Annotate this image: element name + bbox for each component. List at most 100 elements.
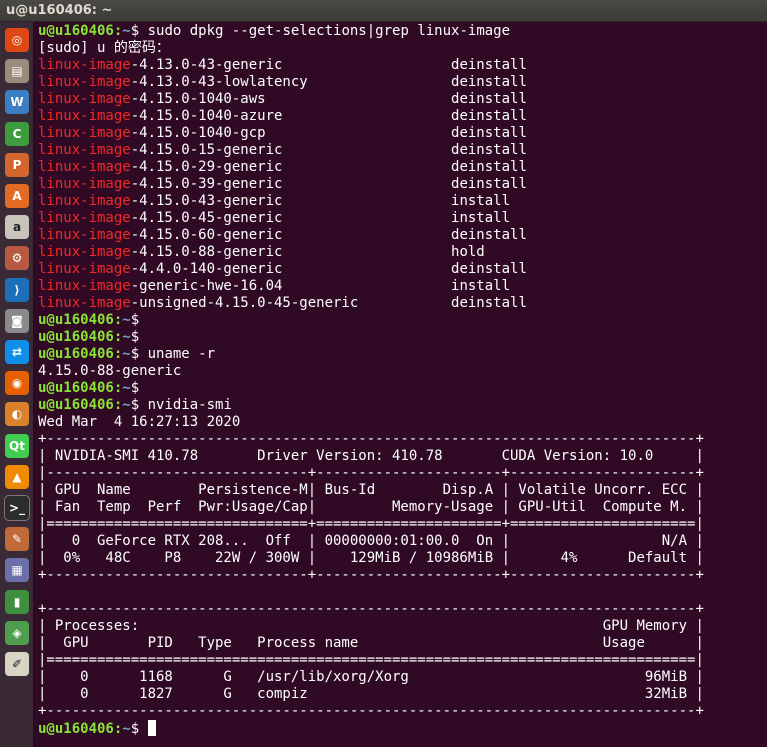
terminal-line: linux-image-4.15.0-45-generic install [38, 210, 704, 227]
package-entry: -unsigned-4.15.0-45-generic deinstall [130, 295, 527, 311]
prompt-path: ~ [122, 23, 131, 39]
prompt-symbol: $ [130, 721, 148, 737]
terminal-line: linux-image-4.4.0-140-generic deinstall [38, 261, 704, 278]
image-viewer-icon[interactable]: ◐ [5, 402, 29, 427]
terminal-line: linux-image-4.15.0-60-generic deinstall [38, 227, 704, 244]
teamviewer-icon[interactable]: ⇄ [5, 340, 29, 364]
output-text: 4.15.0-88-generic [38, 363, 182, 379]
terminal-line: linux-image-4.15.0-29-generic deinstall [38, 159, 704, 176]
terminal-line: linux-image-4.15.0-43-generic install [38, 193, 704, 210]
prompt-user: u@u160406 [38, 397, 114, 413]
prompt-user: u@u160406 [38, 721, 114, 737]
package-entry: -4.15.0-60-generic deinstall [130, 227, 527, 243]
terminal-line: linux-image-4.15.0-1040-azure deinstall [38, 108, 704, 125]
package-entry: -4.13.0-43-lowlatency deinstall [130, 74, 527, 90]
terminal-line: linux-image-4.15.0-1040-gcp deinstall [38, 125, 704, 142]
output-text: +-------------------------------+-------… [38, 567, 704, 583]
terminal-line: +---------------------------------------… [38, 431, 704, 448]
terminal-line: | 0 GeForce RTX 208... Off | 00000000:01… [38, 533, 704, 550]
grep-match: linux-image [38, 176, 131, 192]
monitor-icon[interactable]: ▦ [5, 558, 29, 583]
grep-match: linux-image [38, 278, 131, 294]
terminal-line: | 0% 48C P8 22W / 300W | 129MiB / 10986M… [38, 550, 704, 567]
prompt-path: ~ [122, 329, 131, 345]
grep-match: linux-image [38, 159, 131, 175]
grep-match: linux-image [38, 210, 131, 226]
calc-icon[interactable]: C [5, 121, 29, 146]
terminal-line: +---------------------------------------… [38, 601, 704, 618]
terminal-line: linux-image-4.13.0-43-generic deinstall [38, 57, 704, 74]
terminal-line: 4.15.0-88-generic [38, 363, 704, 380]
command-text: nvidia-smi [147, 397, 232, 413]
package-entry: -4.13.0-43-generic deinstall [130, 57, 527, 73]
terminal-line: +---------------------------------------… [38, 703, 704, 720]
window-title: u@u160406: ~ [6, 3, 113, 18]
terminal-line: linux-image-4.15.0-88-generic hold [38, 244, 704, 261]
terminal-line: | GPU PID Type Process name Usage | [38, 635, 704, 652]
prompt-symbol: $ [130, 23, 148, 39]
prompt-symbol: $ [130, 346, 148, 362]
prompt-symbol: $ [130, 397, 148, 413]
grep-match: linux-image [38, 91, 131, 107]
terminal-line: u@u160406:~$ [38, 720, 704, 737]
grep-match: linux-image [38, 57, 131, 73]
output-text: Wed Mar 4 16:27:13 2020 [38, 414, 241, 430]
settings-icon[interactable]: ⚙ [5, 246, 29, 271]
terminal-line: | 0 1827 G compiz 32MiB | [38, 686, 704, 703]
output-text: +---------------------------------------… [38, 703, 704, 719]
terminal-line: linux-image-4.15.0-1040-aws deinstall [38, 91, 704, 108]
terminal-output: u@u160406:~$ sudo dpkg --get-selections|… [38, 23, 704, 737]
text-editor-icon[interactable]: ✐ [5, 652, 29, 676]
package-entry: -4.15.0-43-generic install [130, 193, 511, 209]
terminal-icon[interactable]: >_ [4, 495, 30, 521]
package-entry: -4.15.0-45-generic install [130, 210, 511, 226]
window-title-bar[interactable]: u@u160406: ~ [0, 0, 767, 22]
dash-home-icon[interactable]: ◎ [5, 28, 29, 52]
screenshot-icon[interactable]: ◙ [5, 308, 29, 333]
firefox-icon[interactable]: ◉ [5, 371, 29, 396]
terminal-area[interactable]: u@u160406:~$ sudo dpkg --get-selections|… [34, 22, 767, 747]
files-icon[interactable]: ▤ [5, 59, 29, 84]
terminal-line: u@u160406:~$ [38, 312, 704, 329]
sd-card-icon[interactable]: ▮ [5, 589, 29, 614]
output-text: | NVIDIA-SMI 410.78 Driver Version: 410.… [38, 448, 704, 464]
terminal-line: linux-image-unsigned-4.15.0-45-generic d… [38, 295, 704, 312]
grep-match: linux-image [38, 108, 131, 124]
software-center-icon[interactable]: A [5, 184, 29, 208]
package-entry: -4.4.0-140-generic deinstall [130, 261, 527, 277]
text-tool-icon[interactable]: ✎ [5, 527, 29, 552]
vlc-icon[interactable]: ▲ [5, 464, 29, 489]
command-text: sudo dpkg --get-selections|grep linux-im… [147, 23, 511, 39]
qt-icon[interactable]: Qt [5, 433, 29, 458]
text-cursor [147, 720, 156, 736]
terminal-line: u@u160406:~$ uname -r [38, 346, 704, 363]
terminal-line: Wed Mar 4 16:27:13 2020 [38, 414, 704, 431]
package-entry: -generic-hwe-16.04 install [130, 278, 511, 294]
prompt-user: u@u160406 [38, 346, 114, 362]
prompt-user: u@u160406 [38, 312, 114, 328]
terminal-line: |=======================================… [38, 652, 704, 669]
unity-launcher: ◎ ▤ W C P Aa ⚙ ⟩ ◙ ⇄ ◉ ◐ Qt ▲ >_ ✎ ▦ ▮ ◈ ✐ [0, 22, 34, 747]
terminal-line: linux-image-4.13.0-43-lowlatency deinsta… [38, 74, 704, 91]
writer-icon[interactable]: W [5, 90, 29, 115]
terminal-line: +-------------------------------+-------… [38, 567, 704, 584]
output-text: +---------------------------------------… [38, 601, 704, 617]
package-entry: -4.15.0-88-generic hold [130, 244, 485, 260]
terminal-line: u@u160406:~$ [38, 380, 704, 397]
output-text: | 0 1168 G /usr/lib/xorg/Xorg 96MiB | [38, 669, 704, 685]
output-text: |===============================+=======… [38, 516, 704, 532]
terminal-line: |===============================+=======… [38, 516, 704, 533]
impress-icon[interactable]: P [5, 152, 29, 177]
grep-match: linux-image [38, 193, 131, 209]
prompt-symbol: $ [130, 329, 148, 345]
terminal-line: | GPU Name Persistence-M| Bus-Id Disp.A … [38, 482, 704, 499]
amazon-icon[interactable]: a [5, 215, 29, 240]
terminal-line: u@u160406:~$ [38, 329, 704, 346]
terminal-line: [sudo] u 的密码： [38, 40, 704, 57]
downloader-icon[interactable]: ◈ [5, 620, 29, 645]
vscode-icon[interactable]: ⟩ [5, 277, 29, 302]
output-text: |-------------------------------+-------… [38, 465, 704, 481]
terminal-line: u@u160406:~$ nvidia-smi [38, 397, 704, 414]
terminal-line: | Processes: GPU Memory | [38, 618, 704, 635]
prompt-user: u@u160406 [38, 380, 114, 396]
